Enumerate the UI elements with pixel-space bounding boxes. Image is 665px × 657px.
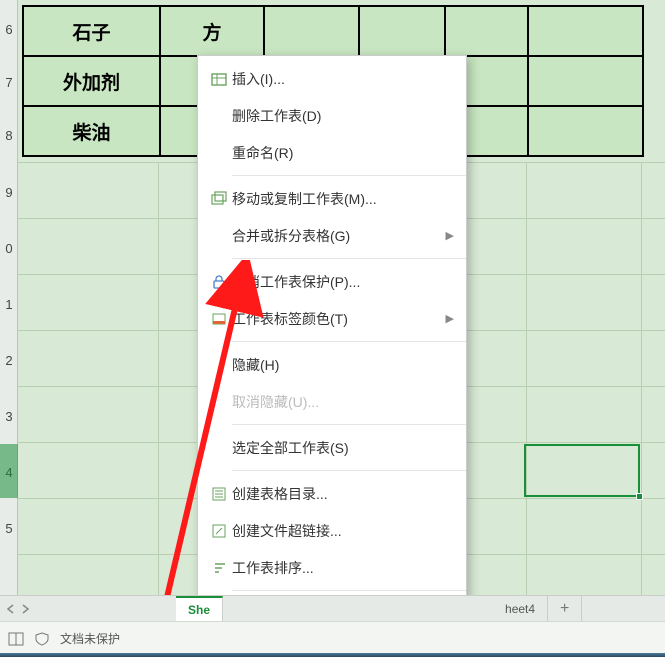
menu-separator: [232, 470, 466, 471]
menu-label: 工作表排序...: [232, 558, 454, 578]
menu-unhide-sheet: 取消隐藏(U)...: [198, 383, 466, 420]
menu-label: 选定全部工作表(S): [232, 438, 454, 458]
toc-icon: [206, 486, 232, 502]
sheet-tab-active[interactable]: She: [176, 596, 223, 621]
menu-label: 插入(I)...: [232, 69, 454, 89]
row-number[interactable]: 5: [0, 521, 18, 536]
cell[interactable]: [445, 6, 528, 56]
layout-icon[interactable]: [8, 631, 24, 647]
row-number[interactable]: 0: [0, 241, 18, 256]
menu-label: 创建表格目录...: [232, 484, 454, 504]
menu-merge-split[interactable]: 合并或拆分表格(G) ▶: [198, 217, 466, 254]
worksheet-area[interactable]: 6 7 8 9 0 1 2 3 4 5 石子 方 外加剂 吨: [0, 0, 665, 595]
protection-status: 文档未保护: [60, 630, 120, 647]
gridline: [641, 162, 642, 595]
menu-label: 隐藏(H): [232, 355, 454, 375]
add-sheet-button[interactable]: +: [548, 596, 582, 621]
menu-label: 重命名(R): [232, 143, 454, 163]
menu-move-copy-sheet[interactable]: 移动或复制工作表(M)...: [198, 180, 466, 217]
row-number[interactable]: 9: [0, 185, 18, 200]
cell-material[interactable]: 外加剂: [23, 56, 160, 106]
menu-separator: [232, 341, 466, 342]
active-row-marker: [0, 444, 18, 498]
sort-icon: [206, 560, 232, 576]
menu-insert-sheet[interactable]: 插入(I)...: [198, 60, 466, 97]
shield-icon[interactable]: [34, 631, 50, 647]
menu-label: 撤消工作表保护(P)...: [232, 272, 454, 292]
menu-label: 工作表标签颜色(T): [232, 309, 446, 329]
sheet-context-menu: 插入(I)... 删除工作表(D) 重命名(R) 移动或复制工作表(M)... …: [197, 55, 467, 637]
menu-sort-sheets[interactable]: 工作表排序...: [198, 549, 466, 586]
menu-create-toc[interactable]: 创建表格目录...: [198, 475, 466, 512]
cell[interactable]: [528, 106, 643, 156]
status-bar: 文档未保护: [0, 621, 665, 655]
cell[interactable]: [528, 56, 643, 106]
hyperlink-icon: [206, 523, 232, 539]
cell-unit[interactable]: 方: [160, 6, 264, 56]
row-number[interactable]: 3: [0, 409, 18, 424]
menu-create-hyperlink[interactable]: 创建文件超链接...: [198, 512, 466, 549]
menu-select-all-sheets[interactable]: 选定全部工作表(S): [198, 429, 466, 466]
taskbar-edge: [0, 653, 665, 657]
row-number[interactable]: 6: [0, 22, 18, 37]
menu-rename-sheet[interactable]: 重命名(R): [198, 134, 466, 171]
sheet-tab[interactable]: heet4: [493, 596, 548, 621]
selected-cell-outline: [524, 444, 640, 497]
row-number[interactable]: 1: [0, 297, 18, 312]
tab-prev-icon[interactable]: [6, 604, 16, 614]
menu-label: 移动或复制工作表(M)...: [232, 189, 454, 209]
cell[interactable]: [264, 6, 359, 56]
tab-nav-controls[interactable]: [0, 596, 36, 621]
row-number[interactable]: 2: [0, 353, 18, 368]
menu-label: 取消隐藏(U)...: [232, 392, 454, 412]
lock-icon: [206, 274, 232, 290]
move-copy-icon: [206, 191, 232, 207]
gridline: [158, 162, 159, 595]
row-number[interactable]: 7: [0, 75, 18, 90]
cell[interactable]: [359, 6, 445, 56]
fill-handle[interactable]: [636, 493, 643, 500]
row-number[interactable]: 8: [0, 128, 18, 143]
cell-material[interactable]: 石子: [23, 6, 160, 56]
menu-delete-sheet[interactable]: 删除工作表(D): [198, 97, 466, 134]
menu-separator: [232, 175, 466, 176]
submenu-arrow-icon: ▶: [446, 229, 454, 242]
menu-separator: [232, 590, 466, 591]
menu-label: 创建文件超链接...: [232, 521, 454, 541]
cell-material[interactable]: 柴油: [23, 106, 160, 156]
menu-label: 删除工作表(D): [232, 106, 454, 126]
menu-tab-color[interactable]: 工作表标签颜色(T) ▶: [198, 300, 466, 337]
row-number-gutter: 6 7 8 9 0 1 2 3 4 5: [0, 0, 18, 595]
cell[interactable]: [528, 6, 643, 56]
insert-sheet-icon: [206, 71, 232, 87]
tab-next-icon[interactable]: [20, 604, 30, 614]
menu-unprotect-sheet[interactable]: 撤消工作表保护(P)...: [198, 263, 466, 300]
menu-separator: [232, 424, 466, 425]
menu-hide-sheet[interactable]: 隐藏(H): [198, 346, 466, 383]
submenu-arrow-icon: ▶: [446, 312, 454, 325]
tab-color-icon: [206, 311, 232, 327]
gridline: [526, 162, 527, 595]
sheet-tab-bar: She heet4 +: [0, 595, 665, 621]
menu-separator: [232, 258, 466, 259]
table-row: 石子 方: [23, 6, 643, 56]
menu-label: 合并或拆分表格(G): [232, 226, 446, 246]
